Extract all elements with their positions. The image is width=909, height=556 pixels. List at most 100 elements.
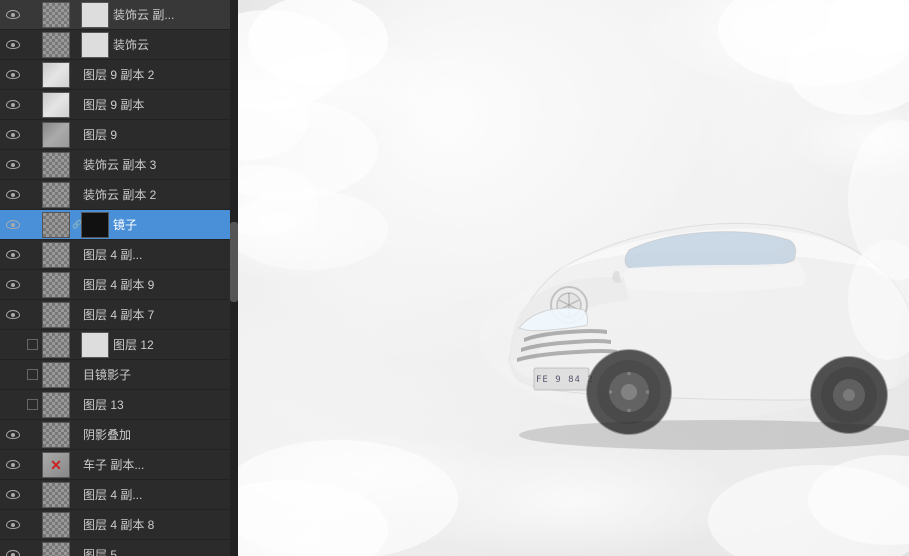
thumb-content [43,63,69,87]
layer-thumbnail [42,32,70,58]
layer-thumbnail [42,392,70,418]
visibility-toggle[interactable] [2,120,24,150]
layer-mask [81,32,109,58]
layer-thumbnail [42,2,70,28]
checkbox[interactable] [27,369,38,380]
eye-icon [6,40,20,49]
layer-name: 图层 4 副... [80,486,236,503]
eye-icon [6,490,20,499]
layer-checkbox[interactable] [24,330,40,360]
visibility-toggle[interactable] [2,420,24,450]
visibility-toggle[interactable] [2,0,24,30]
layer-mask [81,212,109,238]
thumb-content [43,483,69,507]
layer-row[interactable]: 图层 13 [0,390,238,420]
checkbox[interactable] [27,399,38,410]
visibility-toggle[interactable] [2,150,24,180]
layer-name: 装饰云 副本 2 [80,186,236,203]
visibility-toggle[interactable] [2,180,24,210]
eye-icon [6,520,20,529]
layer-name: 图层 4 副本 8 [80,516,236,533]
layer-checkbox [24,450,40,480]
layer-name: 装饰云 副本 3 [80,156,236,173]
layer-thumbnail [42,272,70,298]
canvas-background: FE 9 84 2 [238,0,909,556]
thumb-content [43,213,69,237]
layer-checkbox[interactable] [24,390,40,420]
layer-name: 图层 13 [80,396,236,413]
layer-row[interactable]: 图层 4 副本 9 [0,270,238,300]
eye-icon [6,550,20,556]
layer-thumbnail [42,482,70,508]
visibility-toggle[interactable] [2,390,24,420]
visibility-toggle[interactable] [2,540,24,556]
layer-checkbox [24,480,40,510]
visibility-toggle[interactable] [2,240,24,270]
scrollbar-thumb[interactable] [230,222,238,302]
eye-empty [6,370,20,379]
mask-content [82,213,108,237]
layer-row[interactable]: 图层 4 副本 8 [0,510,238,540]
layer-thumbnail [42,362,70,388]
layer-row[interactable]: 装饰云 副... [0,0,238,30]
visibility-toggle[interactable] [2,510,24,540]
layer-checkbox[interactable] [24,360,40,390]
eye-icon [6,280,20,289]
layer-row[interactable]: 图层 4 副... [0,240,238,270]
thumb-content: ✕ [43,453,69,477]
visibility-toggle[interactable] [2,210,24,240]
layer-row[interactable]: 装饰云 副本 3 [0,150,238,180]
layer-name: 装饰云 副... [110,6,236,23]
car-image: FE 9 84 2 [429,20,909,540]
visibility-toggle[interactable] [2,450,24,480]
layer-row[interactable]: 目镜影子 [0,360,238,390]
layer-row[interactable]: 图层 4 副... [0,480,238,510]
layer-checkbox [24,240,40,270]
layer-thumbnail [42,122,70,148]
layer-checkbox [24,540,40,556]
eye-icon [6,160,20,169]
mask-content [82,333,108,357]
layer-checkbox [24,120,40,150]
visibility-toggle[interactable] [2,60,24,90]
layer-thumbnail [42,62,70,88]
layer-name: 图层 5 [80,546,236,556]
layer-row[interactable]: 装饰云 [0,30,238,60]
svg-text:FE 9 84 2: FE 9 84 2 [536,375,594,385]
layers-panel[interactable]: 装饰云 副... 装饰云图层 9 副本 2图层 9 副本图层 9 装饰云 副本 3 装… [0,0,238,556]
canvas-area: FE 9 84 2 [238,0,909,556]
layer-row[interactable]: 图层 12 [0,330,238,360]
layer-row[interactable]: 阴影叠加 [0,420,238,450]
layer-row[interactable]: 图层 9 副本 [0,90,238,120]
layer-name: 阴影叠加 [80,426,236,443]
canvas-content: FE 9 84 2 [238,0,909,556]
visibility-toggle[interactable] [2,330,24,360]
eye-icon [6,70,20,79]
layer-checkbox [24,180,40,210]
visibility-toggle[interactable] [2,360,24,390]
layer-row[interactable]: 装饰云 副本 2 [0,180,238,210]
layer-row[interactable]: 图层 9 [0,120,238,150]
visibility-toggle[interactable] [2,30,24,60]
visibility-toggle[interactable] [2,90,24,120]
eye-icon [6,220,20,229]
visibility-toggle[interactable] [2,300,24,330]
mask-content [82,3,108,27]
eye-icon [6,190,20,199]
layer-mask [81,2,109,28]
thumb-content [43,3,69,27]
layer-row[interactable]: ✕车子 副本... [0,450,238,480]
layer-checkbox [24,420,40,450]
layer-row[interactable]: 🔗镜子 [0,210,238,240]
checkbox[interactable] [27,339,38,350]
visibility-toggle[interactable] [2,480,24,510]
scrollbar-track[interactable] [230,0,238,556]
layer-checkbox [24,150,40,180]
layer-row[interactable]: 图层 5 [0,540,238,556]
visibility-toggle[interactable] [2,270,24,300]
layer-checkbox [24,90,40,120]
thumb-content [43,363,69,387]
layer-row[interactable]: 图层 4 副本 7 [0,300,238,330]
layer-name: 图层 4 副本 7 [80,306,236,323]
layer-row[interactable]: 图层 9 副本 2 [0,60,238,90]
